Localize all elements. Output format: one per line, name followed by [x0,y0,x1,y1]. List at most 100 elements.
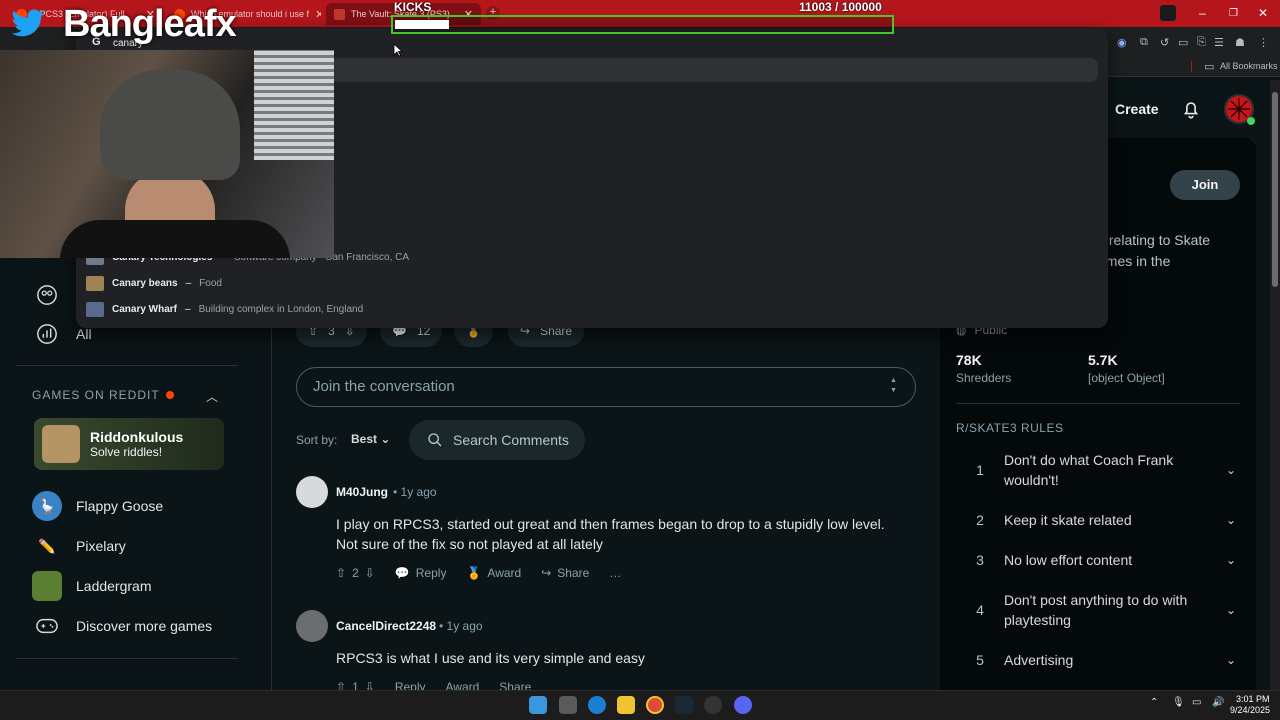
rule-item[interactable]: 4 Don't post anything to do with playtes… [956,590,1246,630]
chevron-up-icon[interactable]: ︿ [206,388,218,405]
more-options-button[interactable]: … [609,566,621,580]
streamer-shirt [60,220,290,258]
rule-number: 3 [976,552,984,568]
downvote-icon[interactable]: ⇩ [365,566,375,580]
microphone-icon[interactable]: 🎙 [1172,697,1185,708]
rule-text: No low effort content [1004,552,1133,568]
suggestion-thumbnail [86,275,104,291]
network-icon[interactable]: ▭ [1192,697,1201,708]
volume-icon[interactable]: 🔊 [1212,697,1224,708]
history-icon[interactable]: ↺ [1160,36,1169,49]
games-section-heading[interactable]: GAMES ON REDDIT [32,388,174,402]
suggestion-separator: – [185,303,191,315]
sort-dropdown[interactable]: Best ⌄ [351,432,390,446]
pencil-icon: ✏️ [38,537,56,554]
folder-icon: ▭ [1204,61,1215,73]
description-line: s relating to Skate [1098,232,1211,248]
discord-icon[interactable] [734,696,752,714]
scrollbar-thumb[interactable] [1272,92,1278,287]
comment-username[interactable]: CancelDirect2248 [336,619,436,633]
goal-progress-fill [395,20,449,29]
riddonkulous-icon [42,425,80,463]
share-button[interactable]: ↪ Share [541,566,589,580]
rule-item[interactable]: 3 No low effort content ⌄ [956,550,1246,570]
community-description: s relating to Skate ames in the [1098,230,1238,272]
profile-icon[interactable]: ☗ [1235,36,1245,49]
minimize-icon[interactable]: – [1199,6,1206,20]
games-heading-label: GAMES ON REDDIT [32,388,160,402]
chevron-down-icon[interactable]: ⌄ [1216,553,1246,567]
game-label: Discover more games [76,618,213,634]
rule-item[interactable]: 1 Don't do what Coach Frank wouldn't! ⌄ [956,450,1246,490]
chevron-down-icon[interactable]: ⌄ [1216,513,1246,527]
notification-bell-icon[interactable] [1180,98,1202,120]
menu-lines-icon[interactable]: ☰ [1214,36,1224,49]
suggestion-item[interactable]: Canary Wharf – Building complex in Londo… [86,298,363,320]
rule-item[interactable]: 5 Advertising ⌄ [956,650,1246,670]
clock-date[interactable]: 9/24/2025 [1230,705,1270,715]
share-icon: ↪ [541,566,552,580]
create-post-button[interactable]: Create [1115,101,1159,117]
steam-icon[interactable] [675,696,693,714]
puzzle-icon[interactable]: ⧉ [1140,36,1148,49]
rule-text: Keep it skate related [1004,512,1132,528]
game-item-flappy-goose[interactable]: 🪿 Flappy Goose [32,491,163,521]
tray-chevron-icon[interactable]: ⌃ [1150,697,1158,708]
clock-time[interactable]: 3:01 PM [1236,694,1270,704]
file-explorer-icon[interactable] [617,696,635,714]
chevron-down-icon[interactable]: ⌄ [1216,603,1246,617]
screenshot-icon[interactable]: ▭ [1178,36,1188,49]
all-chart-icon [32,319,62,349]
comment-vote-count: 2 [352,566,359,580]
search-comments-placeholder: Search Comments [453,432,569,448]
commenter-avatar[interactable] [296,610,328,642]
upvote-icon[interactable]: ⇧ [336,566,346,580]
chevron-down-icon[interactable]: ⌄ [1216,653,1246,667]
extension-icon[interactable] [1160,5,1176,21]
gamepad-icon [32,611,62,641]
game-item-pixelary[interactable]: ✏️ Pixelary [32,531,126,561]
extension-icon[interactable]: ◉ [1117,36,1127,49]
app-icon[interactable] [704,696,722,714]
rule-text: Don't post anything to do with playtesti… [1004,592,1188,628]
goal-count: 11003 / 100000 [799,0,882,14]
comment-username[interactable]: M40Jung [336,485,388,499]
edge-icon[interactable] [588,696,606,714]
join-button[interactable]: Join [1170,170,1240,200]
task-view-icon[interactable] [559,696,577,714]
game-label: Flappy Goose [76,498,164,514]
streamer-cap [100,70,240,180]
game-item-laddergram[interactable]: Laddergram [32,571,152,601]
search-comments-input[interactable]: Search Comments [409,420,585,460]
close-tab-icon[interactable]: ✕ [315,8,321,21]
mouse-cursor-icon [393,43,403,57]
rule-text: Don't do what Coach Frank wouldn't! [1004,452,1174,488]
reply-button[interactable]: 💬 Reply [395,566,447,580]
online-count: 5.7K [1088,352,1118,368]
windows-start-icon[interactable] [529,696,547,714]
featured-game-card[interactable]: Riddonkulous Solve riddles! [34,418,224,470]
comment-input[interactable]: Join the conversation [296,367,916,407]
rule-item[interactable]: 2 Keep it skate related ⌄ [956,510,1246,530]
all-bookmarks-link[interactable]: All Bookmarks [1220,61,1278,71]
member-count: 78K [956,352,982,368]
collections-icon[interactable]: ⎘ [1197,36,1206,49]
chevron-down-icon[interactable]: ⌄ [1216,463,1246,477]
more-menu-icon[interactable]: ⋮ [1258,36,1269,49]
comment-vote[interactable]: ⇧ 2 ⇩ [336,566,375,580]
suggestion-item[interactable]: Canary beans – Food [86,272,222,294]
close-window-icon[interactable]: ✕ [1258,6,1268,20]
commenter-avatar[interactable] [296,476,328,508]
discover-games-link[interactable]: Discover more games [32,611,212,641]
comment-timestamp: • 1y ago [393,485,437,499]
new-indicator-dot [165,391,174,399]
chrome-icon[interactable] [646,696,664,714]
featured-game-title: Riddonkulous [90,429,184,445]
game-label: Laddergram [76,578,152,594]
comment-line: RPCS3 is what I use and its very simple … [336,650,645,666]
reply-icon: 💬 [394,566,410,580]
award-button[interactable]: 🏅 Award [466,566,521,580]
laddergram-icon [32,571,62,601]
comment-box-scroll-icon: ▲ ▼ [890,377,897,394]
maximize-icon[interactable]: ❐ [1229,8,1238,19]
